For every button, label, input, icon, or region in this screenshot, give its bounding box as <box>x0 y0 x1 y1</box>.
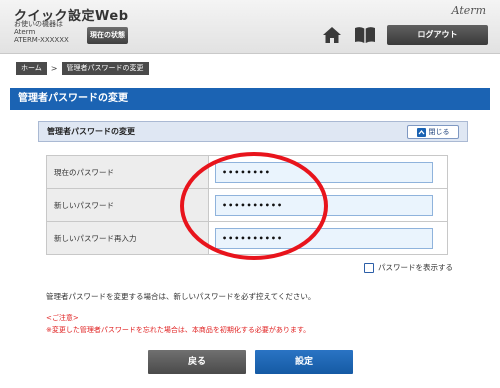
home-icon[interactable] <box>322 26 342 44</box>
breadcrumb-home[interactable]: ホーム <box>16 62 47 75</box>
annotation-ellipse <box>180 152 328 260</box>
chevron-up-icon <box>416 127 426 137</box>
model-value: Aterm <box>14 28 36 36</box>
warning-text: ※変更した管理者パスワードを忘れた場合は、本商品を初期化する必要があります。 <box>46 326 311 334</box>
show-password-checkbox[interactable] <box>364 262 374 273</box>
show-password-toggle[interactable]: パスワードを表示する <box>364 262 453 273</box>
logout-button[interactable]: ログアウト <box>387 25 488 45</box>
panel-title: 管理者パスワードの変更 <box>47 127 135 136</box>
panel-header: 管理者パスワードの変更 閉じる <box>38 121 468 142</box>
breadcrumb-current: 管理者パスワードの変更 <box>61 62 149 75</box>
submit-button[interactable]: 設定 <box>255 350 353 374</box>
brand-logo: Aterm <box>451 4 486 17</box>
show-password-label: パスワードを表示する <box>378 263 453 272</box>
breadcrumb: ホーム > 管理者パスワードの変更 <box>16 62 149 75</box>
model-id: ATERM-XXXXXX <box>14 36 69 44</box>
close-panel-button[interactable]: 閉じる <box>407 125 459 139</box>
breadcrumb-separator: > <box>50 64 58 73</box>
page-title: 管理者パスワードの変更 <box>10 88 490 110</box>
close-panel-label: 閉じる <box>428 128 450 136</box>
header: クイック設定Web お使いの機器は Aterm ATERM-XXXXXX 現在の… <box>0 0 500 54</box>
book-icon[interactable] <box>354 26 376 44</box>
notice-text: 管理者パスワードを変更する場合は、新しいパスワードを必ず控えてください。 <box>46 292 316 301</box>
warning-title: <ご注意> <box>46 314 79 322</box>
status-button[interactable]: 現在の状態 <box>87 27 128 44</box>
back-button[interactable]: 戻る <box>148 350 246 374</box>
model-label: お使いの機器は <box>14 20 63 28</box>
